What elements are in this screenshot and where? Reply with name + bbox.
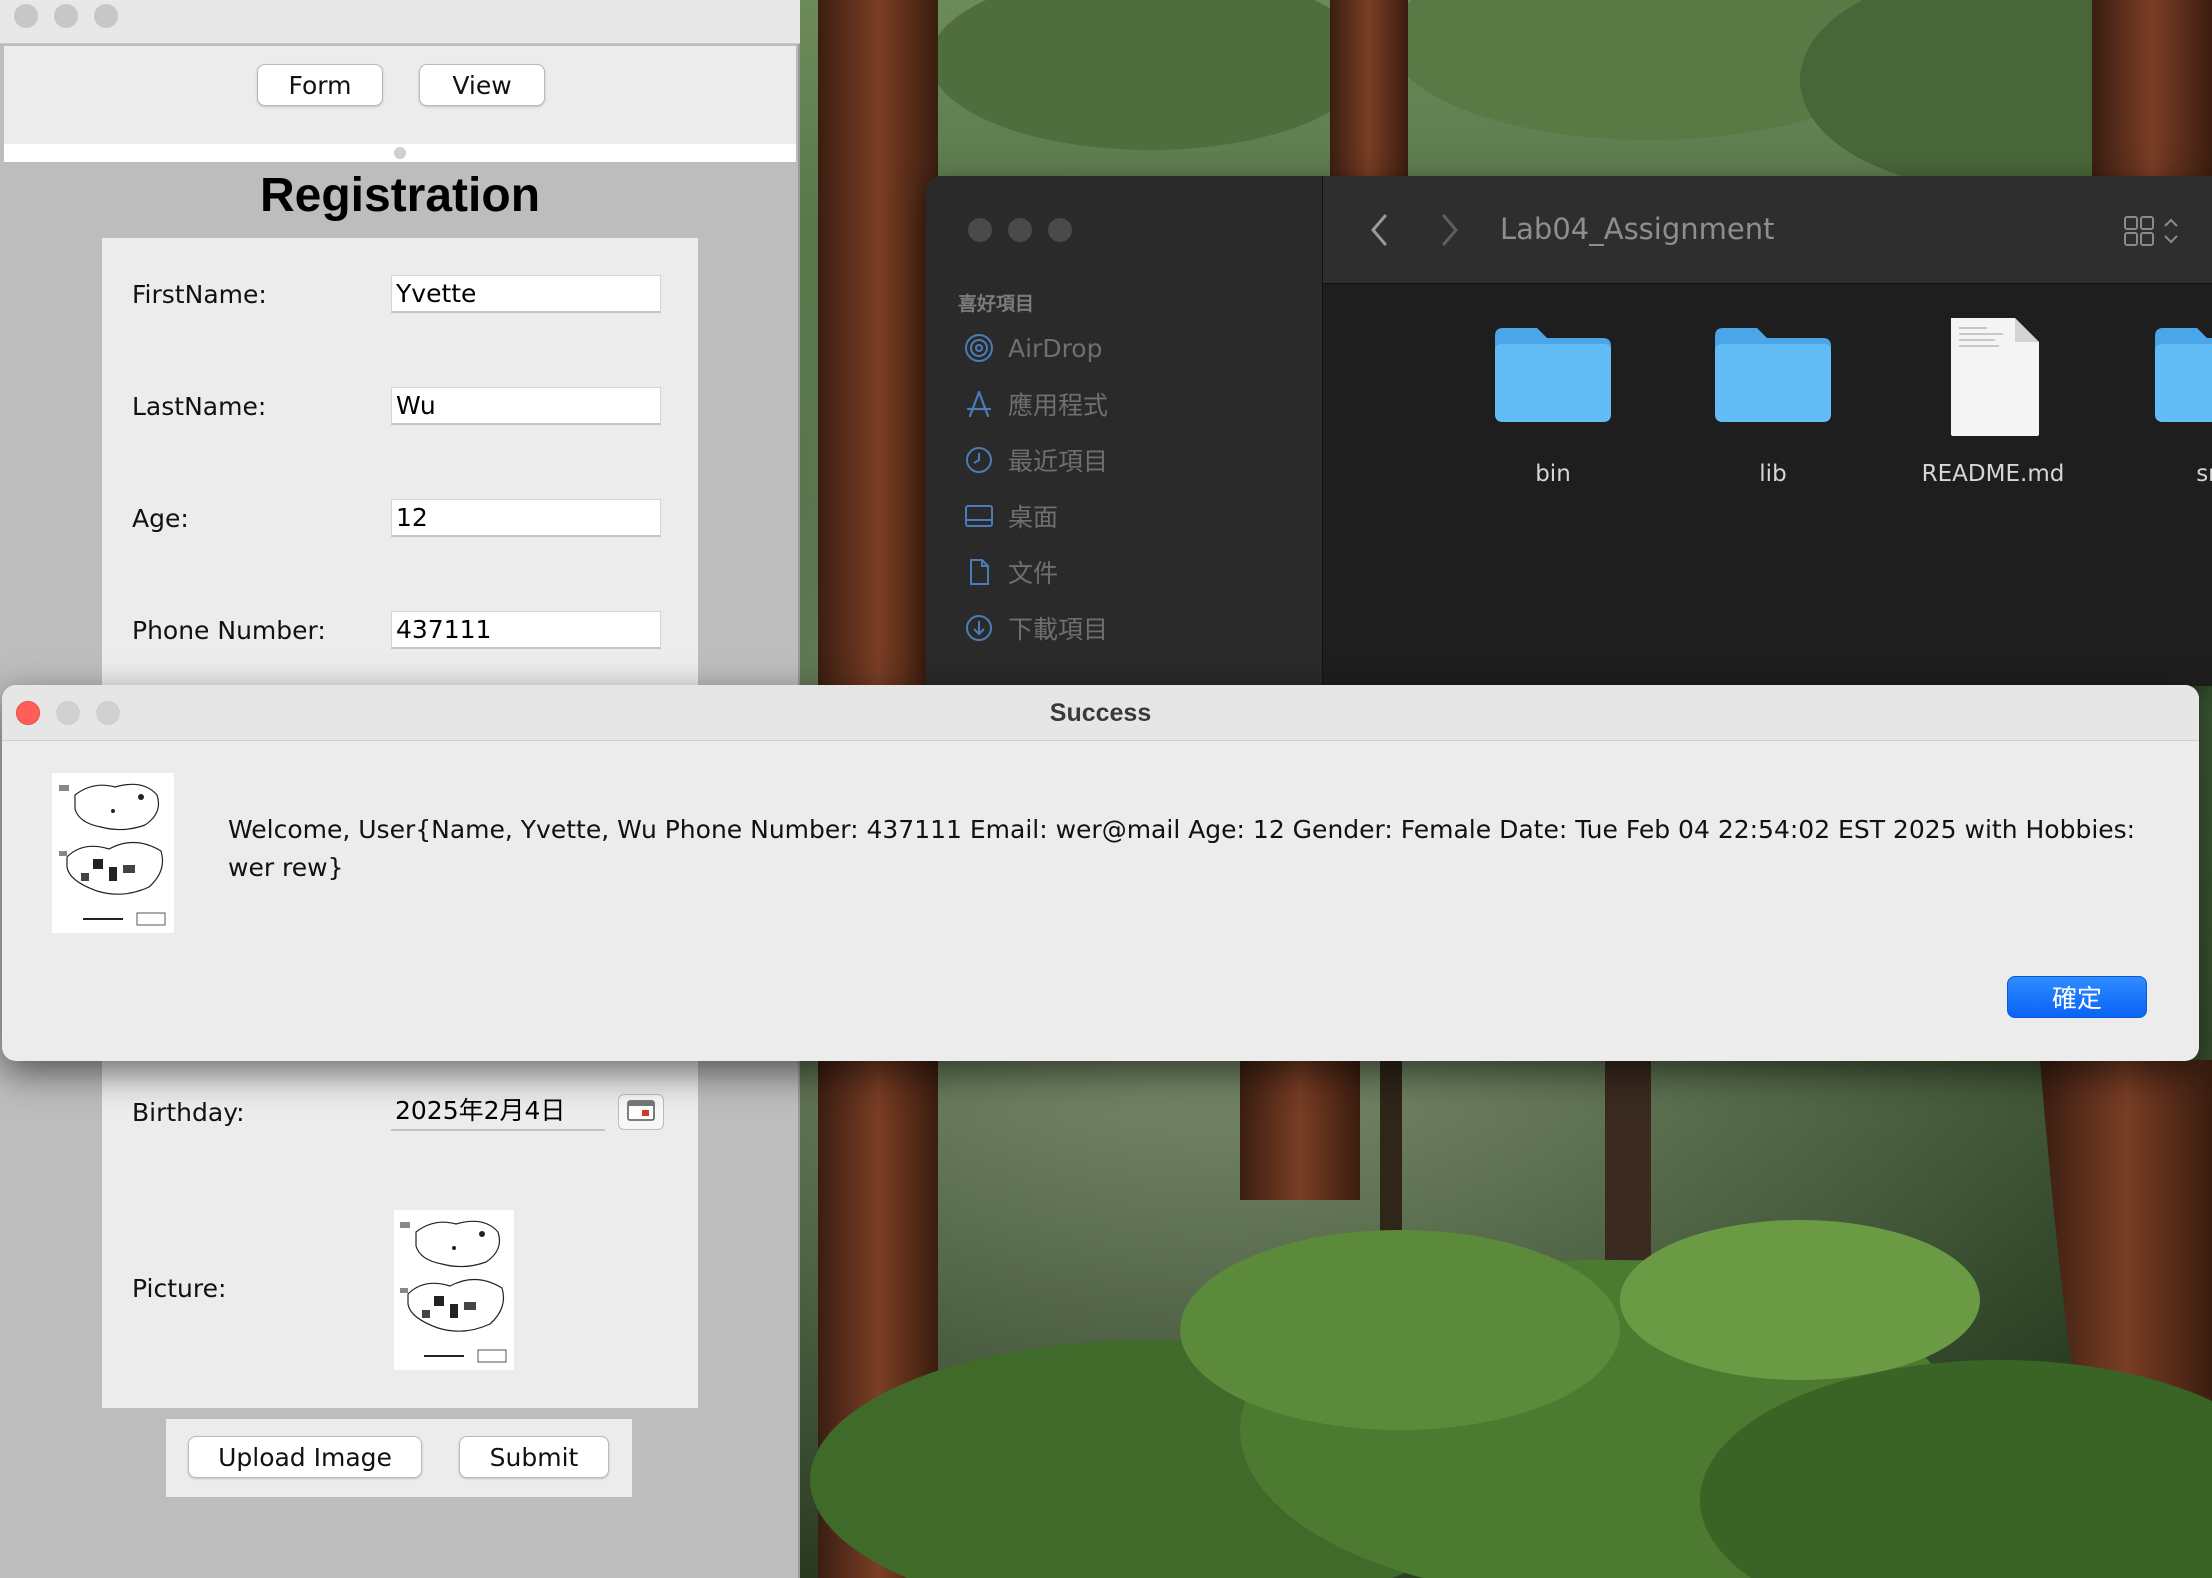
calendar-icon — [627, 1099, 655, 1126]
back-chevron-icon[interactable] — [1367, 210, 1391, 255]
recents-icon — [962, 443, 996, 477]
birthday-date-field[interactable]: 2025年2月4日 — [391, 1093, 605, 1131]
registration-titlebar — [0, 0, 800, 44]
applications-icon — [962, 387, 996, 421]
finder-minimize-button[interactable] — [1008, 218, 1032, 242]
sidebar-item-downloads[interactable]: 下載項目 — [962, 608, 1108, 648]
registration-toolbar: Form View — [4, 46, 796, 144]
phone-label: Phone Number: — [132, 616, 326, 645]
desktop-icon — [962, 499, 996, 533]
sidebar-item-desktop[interactable]: 桌面 — [962, 496, 1058, 536]
finder-item-label: bin — [1535, 461, 1571, 487]
phone-field[interactable]: 437111 — [391, 611, 661, 649]
folder-icon — [2151, 316, 2212, 431]
finder-folder-title: Lab04_Assignment — [1500, 212, 1775, 246]
form-button-panel: Upload Image Submit — [166, 1419, 632, 1497]
finder-window: 喜好項目 AirDrop 應用程式 最近項目 桌面 文件 下載項目 Lab04_… — [926, 176, 2212, 686]
last-name-field[interactable]: Wu — [391, 387, 661, 425]
splitter-handle[interactable] — [394, 147, 406, 159]
first-name-label: FirstName: — [132, 280, 267, 309]
sidebar-item-label: 下載項目 — [1008, 615, 1109, 644]
first-name-field[interactable]: Yvette — [391, 275, 661, 313]
submit-button[interactable]: Submit — [459, 1436, 609, 1478]
sidebar-item-label: 應用程式 — [1008, 391, 1109, 420]
age-label: Age: — [132, 504, 189, 533]
picture-label: Picture: — [132, 1274, 227, 1303]
finder-item-src[interactable]: src — [2113, 316, 2212, 506]
finder-item-label: lib — [1759, 461, 1787, 487]
sidebar-item-label: 桌面 — [1008, 503, 1059, 532]
page-title: Registration — [259, 169, 541, 222]
dialog-titlebar: Success — [2, 685, 2199, 741]
sidebar-item-applications[interactable]: 應用程式 — [962, 384, 1108, 424]
finder-item-lib[interactable]: lib — [1673, 316, 1873, 506]
forward-chevron-icon[interactable] — [1438, 210, 1462, 255]
folder-icon — [1491, 316, 1615, 431]
success-dialog: Success Welcome, User{Name, Yvette, Wu P… — [2, 685, 2199, 1061]
favorites-section-header: 喜好項目 — [958, 293, 1035, 315]
airdrop-icon — [962, 331, 996, 365]
finder-item-bin[interactable]: bin — [1453, 316, 1653, 506]
age-field[interactable]: 12 — [391, 499, 661, 537]
dialog-picture-icon — [52, 773, 174, 933]
finder-item-readme[interactable]: README.md — [1893, 316, 2093, 506]
dialog-message: Welcome, User{Name, Yvette, Wu Phone Num… — [228, 815, 2136, 882]
sidebar-item-label: 文件 — [1008, 559, 1059, 588]
view-button[interactable]: View — [419, 64, 545, 106]
zoom-window-button[interactable] — [94, 4, 118, 28]
downloads-icon — [962, 611, 996, 645]
sidebar-item-label: 最近項目 — [1008, 447, 1109, 476]
finder-sidebar: 喜好項目 AirDrop 應用程式 最近項目 桌面 文件 下載項目 — [926, 176, 1323, 686]
finder-zoom-button[interactable] — [1048, 218, 1072, 242]
sidebar-item-recents[interactable]: 最近項目 — [962, 440, 1108, 480]
birthday-label: Birthday: — [132, 1098, 245, 1127]
sidebar-item-airdrop[interactable]: AirDrop — [962, 328, 1102, 368]
finder-item-label: README.md — [1921, 461, 2065, 487]
view-options-grid-icon[interactable] — [2123, 214, 2183, 253]
upload-image-button[interactable]: Upload Image — [188, 1436, 422, 1478]
sidebar-item-documents[interactable]: 文件 — [962, 552, 1058, 592]
document-icon — [962, 555, 996, 589]
sidebar-item-label: AirDrop — [1008, 333, 1103, 363]
finder-close-button[interactable] — [968, 218, 992, 242]
calendar-picker-button[interactable] — [618, 1094, 664, 1130]
confirm-button[interactable]: 確定 — [2007, 976, 2147, 1018]
picture-preview — [394, 1210, 514, 1370]
folder-icon — [1711, 316, 1835, 431]
dialog-title: Success — [1049, 699, 1152, 727]
close-window-button[interactable] — [14, 4, 38, 28]
text-document-icon — [1947, 316, 2043, 443]
form-button[interactable]: Form — [257, 64, 383, 106]
last-name-label: LastName: — [132, 392, 267, 421]
finder-item-label: src — [2196, 461, 2212, 487]
minimize-window-button[interactable] — [54, 4, 78, 28]
